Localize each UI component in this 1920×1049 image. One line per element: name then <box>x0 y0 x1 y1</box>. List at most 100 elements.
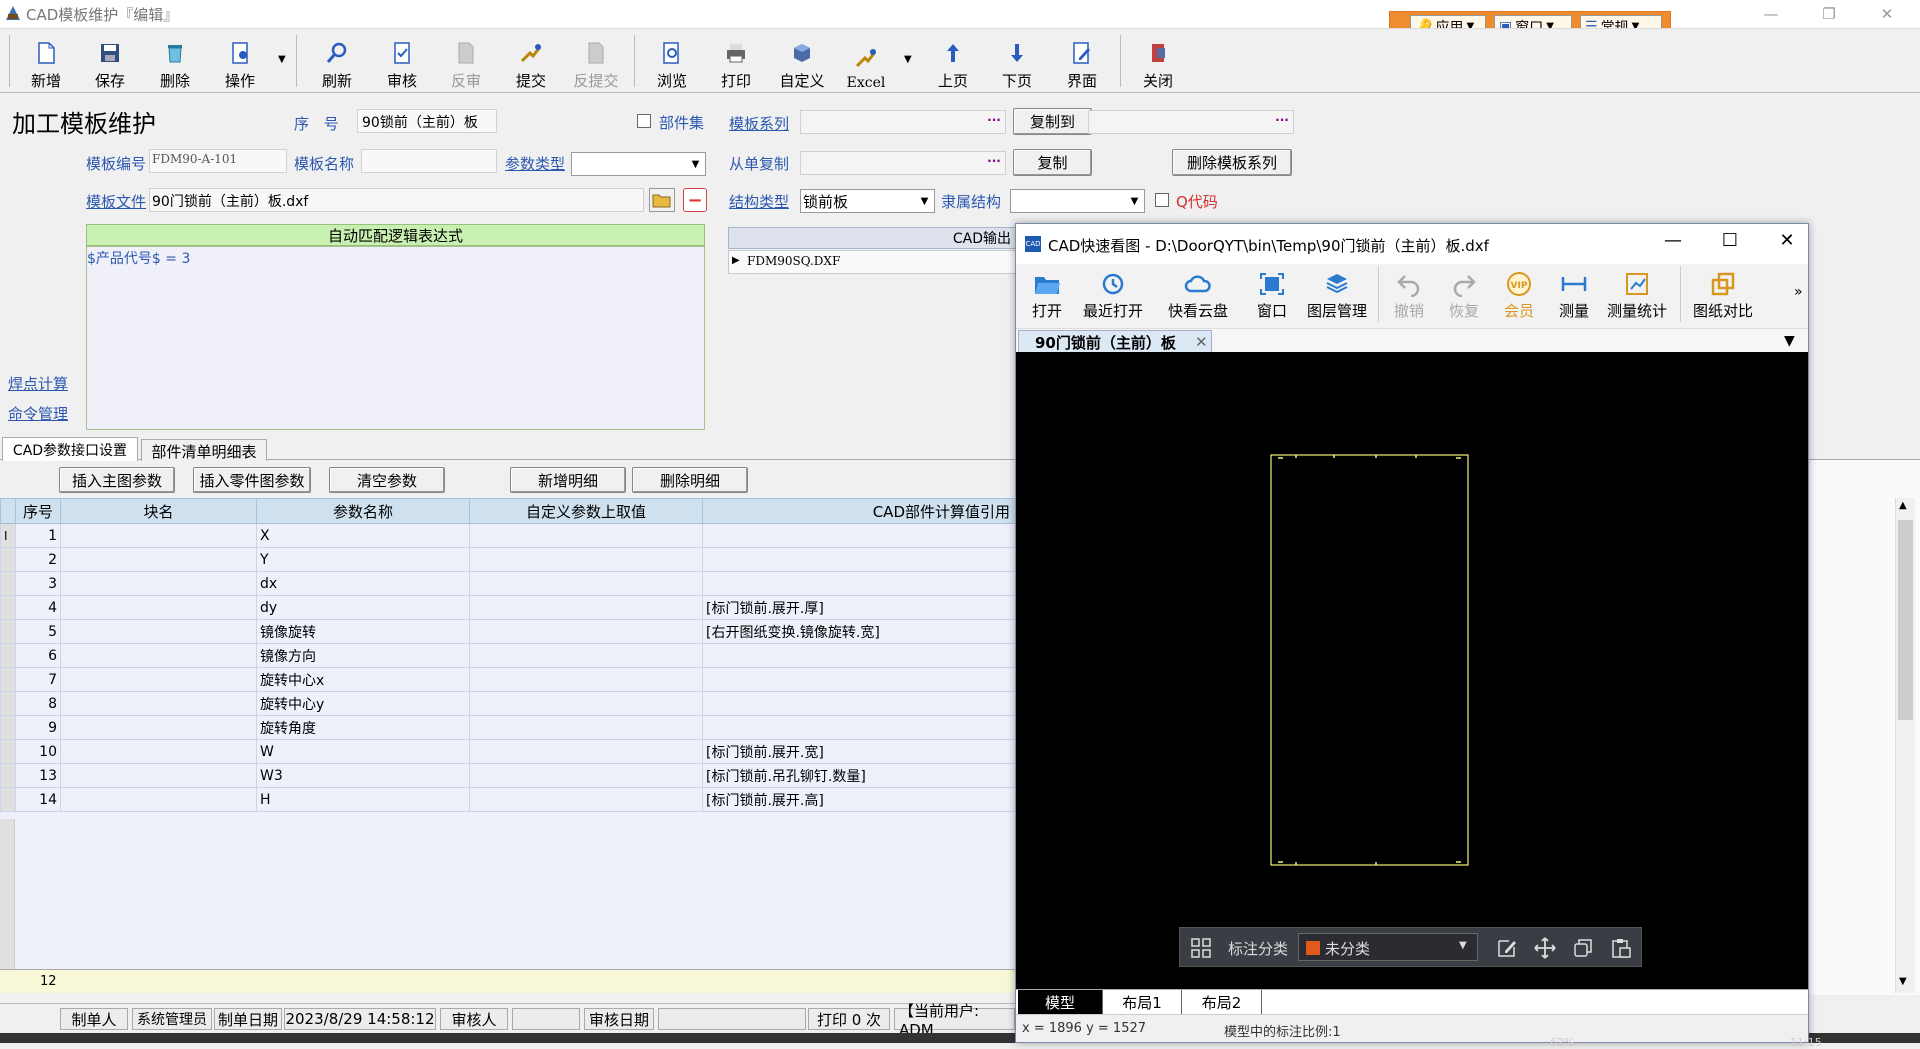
cell-param-name[interactable]: dx <box>256 571 470 596</box>
q-code-checkbox[interactable] <box>1155 193 1169 207</box>
cell-seq[interactable]: 6 <box>15 643 61 668</box>
copy-to-button[interactable]: 复制到 <box>1013 108 1092 135</box>
layout-tab-model[interactable]: 模型 <box>1018 990 1102 1014</box>
cell-cad-ref[interactable] <box>702 571 1015 596</box>
table-row[interactable]: 2Y <box>0 547 1015 572</box>
row-indicator[interactable] <box>0 763 16 788</box>
edit-annotation-icon[interactable] <box>1496 937 1518 959</box>
cell-block[interactable] <box>60 667 257 692</box>
parts-set-checkbox[interactable] <box>637 114 651 128</box>
cell-seq[interactable]: 3 <box>15 571 61 596</box>
row-indicator[interactable] <box>0 595 16 620</box>
cell-cad-ref[interactable] <box>702 643 1015 668</box>
cell-block[interactable] <box>60 523 257 548</box>
cad-output-row[interactable]: ▶ FDM90SQ.DXF <box>728 250 1018 274</box>
move-icon[interactable] <box>1534 937 1556 959</box>
tab-cad-params[interactable]: CAD参数接口设置 <box>2 437 138 461</box>
copy-button[interactable]: 复制 <box>1013 149 1092 176</box>
table-row[interactable]: 7 旋转中心x <box>0 667 1015 692</box>
cad-canvas[interactable]: 标注分类 未分类 ▼ <box>1016 352 1808 989</box>
print-button[interactable]: 打印 <box>704 33 768 91</box>
unaudit-button[interactable]: 反审 <box>434 33 498 91</box>
layout-tab-1[interactable]: 布局1 <box>1102 990 1182 1014</box>
prev-page-button[interactable]: 上页 <box>921 33 985 91</box>
open-folder-button[interactable] <box>649 188 675 212</box>
col-header-custom-value[interactable]: 自定义参数上取值 <box>469 498 703 524</box>
clear-params-button[interactable]: 清空参数 <box>329 467 445 493</box>
cell-custom-value[interactable] <box>469 715 703 740</box>
tab-parts-list[interactable]: 部件清单明细表 <box>141 439 267 461</box>
scroll-down-icon[interactable]: ▼ <box>1899 976 1907 987</box>
cell-block[interactable] <box>60 763 257 788</box>
cell-cad-ref[interactable]: [右开图纸变换.镜像旋转.宽] <box>702 619 1015 644</box>
ellipsis-icon[interactable]: ··· <box>1273 113 1291 131</box>
restore-button[interactable]: ❐ <box>1800 0 1858 28</box>
table-row[interactable]: 4 dy [标门锁前.展开.厚] <box>0 595 1015 620</box>
cell-cad-ref[interactable]: [标门锁前.展开.高] <box>702 787 1015 812</box>
cell-block[interactable] <box>60 739 257 764</box>
cell-seq[interactable]: 8 <box>15 691 61 716</box>
cell-param-name[interactable]: 镜像方向 <box>256 643 470 668</box>
add-detail-button[interactable]: 新增明细 <box>510 467 626 493</box>
col-header-cad-ref[interactable]: CAD部件计算值引用 <box>702 498 1015 524</box>
cell-seq[interactable]: 10 <box>15 739 61 764</box>
row-indicator[interactable] <box>0 643 16 668</box>
cell-custom-value[interactable] <box>469 691 703 716</box>
cad-maximize-button[interactable]: ☐ <box>1710 230 1750 258</box>
annotation-category-select[interactable]: 未分类 ▼ <box>1298 933 1478 961</box>
cell-custom-value[interactable] <box>469 619 703 644</box>
cell-block[interactable] <box>60 595 257 620</box>
cell-custom-value[interactable] <box>469 763 703 788</box>
cell-param-name[interactable]: X <box>256 523 470 548</box>
cell-custom-value[interactable] <box>469 667 703 692</box>
cell-seq[interactable]: 5 <box>15 619 61 644</box>
audit-button[interactable]: 审核 <box>370 33 434 91</box>
cell-custom-value[interactable] <box>469 547 703 572</box>
cell-block[interactable] <box>60 547 257 572</box>
table-row[interactable]: 14 H [标门锁前.展开.高] <box>0 787 1015 812</box>
scrollbar-thumb[interactable] <box>1898 520 1913 720</box>
expr-textarea[interactable]: $产品代号$ = 3 <box>86 246 705 430</box>
cell-seq[interactable]: 4 <box>15 595 61 620</box>
cell-seq[interactable]: 7 <box>15 667 61 692</box>
grid-menu-icon[interactable] <box>1190 937 1212 959</box>
cell-param-name[interactable]: dy <box>256 595 470 620</box>
ui-button[interactable]: 界面 <box>1050 33 1114 91</box>
cell-cad-ref[interactable] <box>702 691 1015 716</box>
cell-cad-ref[interactable] <box>702 547 1015 572</box>
table-row[interactable]: 10 W [标门锁前.展开.宽] <box>0 739 1015 764</box>
cell-param-name[interactable]: W3 <box>256 763 470 788</box>
col-header-param-name[interactable]: 参数名称 <box>256 498 470 524</box>
delete-series-button[interactable]: 删除模板系列 <box>1172 149 1292 176</box>
copy-from-field[interactable]: ··· <box>800 151 1006 175</box>
cell-block[interactable] <box>60 571 257 596</box>
minimize-button[interactable]: — <box>1742 0 1800 28</box>
cell-param-name[interactable]: 旋转角度 <box>256 715 470 740</box>
layout-tab-2[interactable]: 布局2 <box>1182 990 1262 1014</box>
close-button[interactable]: 关闭 <box>1126 33 1190 91</box>
cell-param-name[interactable]: 旋转中心x <box>256 667 470 692</box>
cad-window-button[interactable]: 窗口 <box>1252 271 1292 321</box>
cad-open-button[interactable]: 打开 <box>1027 271 1067 321</box>
cell-cad-ref[interactable]: [标门锁前.展开.宽] <box>702 739 1015 764</box>
save-button[interactable]: 保存 <box>78 33 142 91</box>
param-type-select[interactable]: ▼ <box>571 152 706 176</box>
cell-custom-value[interactable] <box>469 571 703 596</box>
cell-param-name[interactable]: 旋转中心y <box>256 691 470 716</box>
table-row[interactable]: 3 dx <box>0 571 1015 596</box>
cell-custom-value[interactable] <box>469 523 703 548</box>
operate-dropdown-arrow[interactable]: ▼ <box>278 54 286 65</box>
scroll-up-icon[interactable]: ▲ <box>1899 500 1907 511</box>
cad-recent-button[interactable]: 最近打开 <box>1082 271 1144 321</box>
col-header-seq[interactable]: 序号 <box>15 498 61 524</box>
cell-seq[interactable]: 9 <box>15 715 61 740</box>
row-indicator[interactable] <box>0 619 16 644</box>
cad-doc-tab[interactable]: 90门锁前（主前）板 ✕ <box>1018 330 1212 353</box>
template-series-link[interactable]: 模板系列 <box>729 113 789 134</box>
param-type-link[interactable]: 参数类型 <box>505 153 565 174</box>
template-file-field[interactable]: 90门锁前（主前）板.dxf <box>149 188 644 212</box>
next-page-button[interactable]: 下页 <box>985 33 1049 91</box>
cell-custom-value[interactable] <box>469 595 703 620</box>
col-header-block[interactable]: 块名 <box>60 498 257 524</box>
cell-custom-value[interactable] <box>469 739 703 764</box>
